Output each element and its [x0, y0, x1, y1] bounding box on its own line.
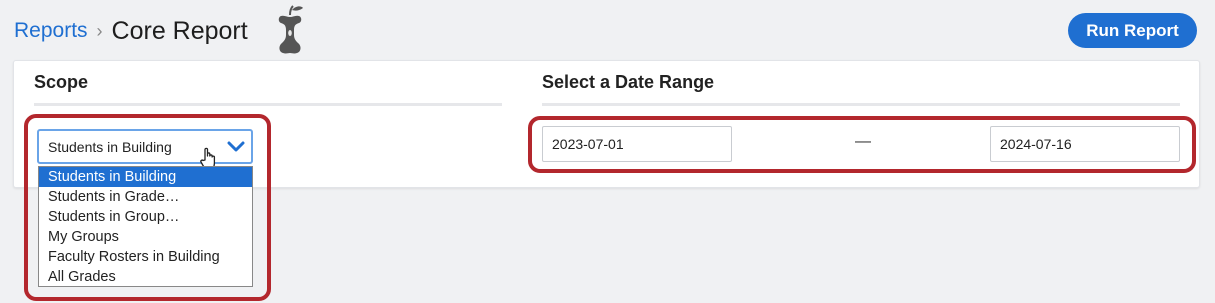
end-date-input[interactable]: [990, 126, 1180, 162]
chevron-down-icon: [227, 141, 245, 152]
breadcrumb: Reports › Core Report: [14, 6, 248, 56]
dropdown-option[interactable]: My Groups: [39, 227, 252, 247]
scope-title: Scope: [34, 72, 89, 92]
start-date-input[interactable]: [542, 126, 732, 162]
scope-dropdown-menu: Students in Building Students in Grade… …: [38, 166, 253, 287]
dropdown-option[interactable]: Faculty Rosters in Building: [39, 247, 252, 267]
dropdown-option[interactable]: All Grades: [39, 267, 252, 287]
date-range-separator: —: [855, 133, 871, 150]
apple-core-icon: [278, 5, 303, 54]
breadcrumb-separator: ›: [96, 20, 103, 41]
run-report-button[interactable]: Run Report: [1068, 13, 1197, 48]
dropdown-option[interactable]: Students in Building: [39, 167, 252, 187]
dropdown-option[interactable]: Students in Group…: [39, 207, 252, 227]
date-range-divider: [542, 103, 1180, 106]
scope-select-value: Students in Building: [48, 138, 172, 155]
breadcrumb-reports-link[interactable]: Reports: [14, 19, 88, 43]
scope-divider: [34, 103, 502, 106]
date-range-title: Select a Date Range: [542, 72, 715, 92]
page-title: Core Report: [111, 16, 248, 45]
dropdown-option[interactable]: Students in Grade…: [39, 187, 252, 207]
